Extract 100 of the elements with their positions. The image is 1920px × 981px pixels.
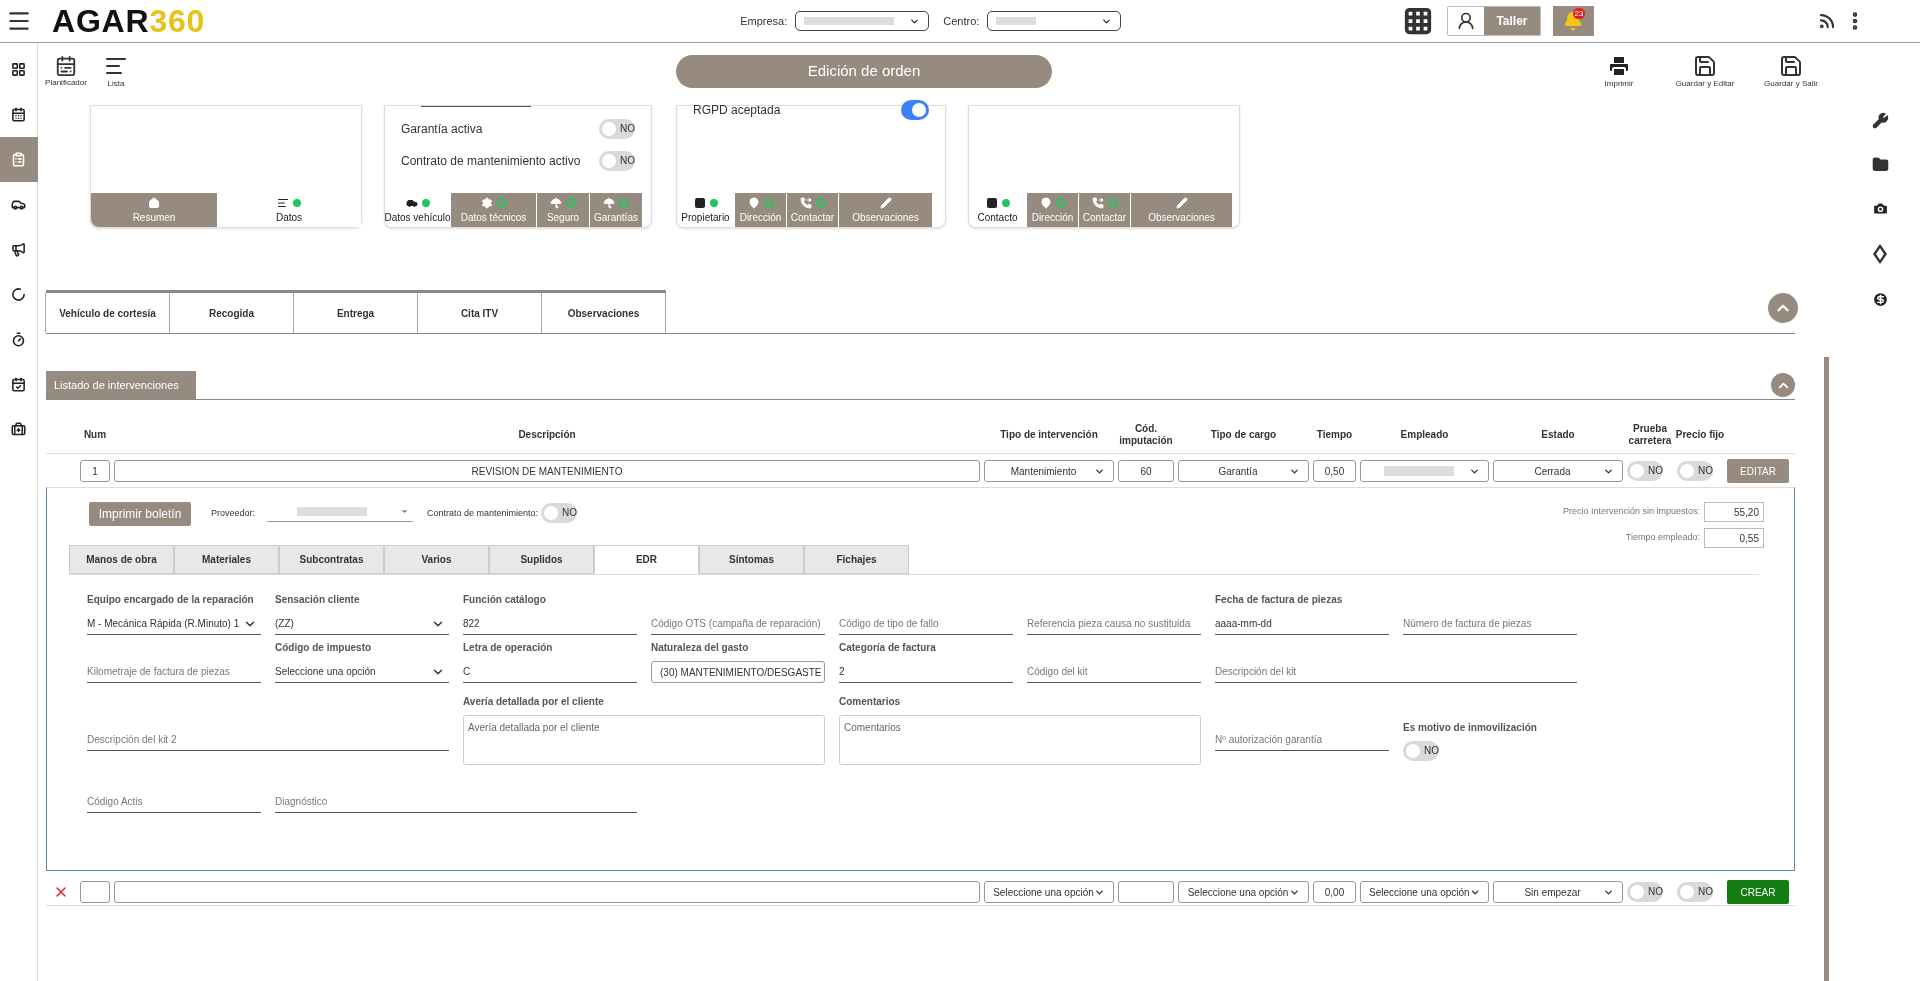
save-icon (1693, 53, 1717, 78)
input-field[interactable]: Diagnóstico (275, 791, 637, 813)
briefcase-icon (11, 422, 26, 437)
text-area[interactable]: Comentarios (839, 715, 1201, 765)
input-field[interactable]: Código Actis (87, 791, 261, 813)
detail-tab[interactable]: EDR (594, 545, 699, 574)
input-field[interactable]: Código del kit (1027, 661, 1201, 683)
input-field[interactable]: Código OTS (campaña de reparación) (651, 613, 825, 635)
toggle-switch[interactable]: NO (599, 119, 635, 139)
field-label: Avería detallada por el cliente (463, 695, 605, 709)
scrollbar[interactable] (1823, 357, 1829, 981)
input-field[interactable]: 822 (463, 613, 637, 635)
description-field[interactable]: REVISION DE MANTENIMIENTO (114, 460, 980, 482)
detail-tab[interactable]: Fichajes (804, 545, 909, 574)
company-select[interactable] (795, 11, 930, 31)
toggle-switch[interactable]: NO (1677, 461, 1713, 481)
center-select[interactable] (987, 11, 1122, 31)
toggle-switch[interactable]: NO (1677, 882, 1713, 902)
section-header: Listado de intervenciones (46, 371, 196, 399)
app-logo[interactable]: AGAR360 (52, 5, 206, 37)
number-field[interactable] (80, 881, 110, 903)
input-field[interactable]: C (463, 661, 637, 683)
input-field[interactable]: aaaa-mm-dd (1215, 613, 1389, 635)
toggle-switch[interactable]: NO (541, 503, 578, 523)
input-field[interactable]: Nº autorización garantía (1215, 729, 1389, 751)
input-field[interactable]: Referencia pieza causa no sustituida (1027, 613, 1201, 635)
select-field[interactable]: Garantía (1178, 460, 1309, 482)
toolbar-button[interactable]: Planificador (44, 54, 88, 89)
select-field[interactable]: Seleccione una opción (1360, 881, 1489, 903)
toolbar-button[interactable]: Guardar y Salir (1748, 53, 1834, 90)
input-field[interactable]: Código de tipo de fallo (839, 613, 1013, 635)
time-field[interactable]: 0,50 (1313, 460, 1356, 482)
toolbar-button[interactable]: Lista (94, 53, 138, 90)
input-field[interactable]: Kilometraje de factura de piezas (87, 661, 261, 683)
page-title: Edición de orden (676, 55, 1052, 88)
time-field[interactable]: 0,55 (1704, 528, 1764, 548)
section-tab[interactable]: Recogida (169, 293, 294, 333)
select-field[interactable]: (30) MANTENIMIENTO/DESGASTE (651, 661, 825, 683)
toggle-switch[interactable]: NO (1627, 461, 1663, 481)
setting-label: Garantía activa (401, 121, 483, 138)
camera-icon[interactable] (1871, 200, 1889, 217)
code-field[interactable]: 60 (1118, 460, 1174, 482)
toggle-switch[interactable]: NO (1627, 882, 1663, 902)
code-field[interactable] (1118, 881, 1174, 903)
section-tab[interactable]: Observaciones (541, 293, 666, 333)
notifications-button[interactable]: 23 (1552, 6, 1594, 36)
detail-tab[interactable]: Varios (384, 545, 489, 574)
dollar-icon[interactable] (1871, 291, 1889, 308)
select-field[interactable]: (ZZ) (275, 613, 449, 635)
setting-label: Contrato de mantenimiento activo (401, 153, 581, 170)
card-tab[interactable]: Propietario (677, 193, 735, 227)
section-tab[interactable]: Entrega (293, 293, 418, 333)
collapse-button[interactable] (1768, 293, 1798, 323)
section-tab[interactable]: Cita ITV (417, 293, 542, 333)
center-label: Centro: (943, 13, 980, 29)
select-field[interactable]: Seleccione una opción (1178, 881, 1309, 903)
collapse-button[interactable] (1771, 373, 1795, 397)
select-field[interactable]: Sin empezar (1493, 881, 1623, 903)
section-tab[interactable]: Vehículo de cortesía (45, 293, 170, 333)
megaphone-icon (11, 242, 26, 257)
input-field[interactable]: Descripción del kit 2 (87, 729, 449, 751)
detail-tab[interactable]: Materiales (174, 545, 279, 574)
umbrella-icon (550, 196, 562, 209)
text-area[interactable]: Avería detallada por el cliente (463, 715, 825, 765)
toggle-switch[interactable]: NO (1403, 740, 1439, 761)
description-field[interactable] (114, 881, 980, 903)
umbrella-icon (603, 196, 615, 209)
column-header: Cód. imputación (1118, 422, 1174, 447)
card-tab[interactable]: Contacto (969, 193, 1027, 227)
detail-tab[interactable]: Síntomas (699, 545, 804, 574)
toolbar-button[interactable]: Imprimir (1576, 53, 1662, 90)
toggle-switch[interactable]: NO (599, 151, 635, 171)
column-header: Num (82, 428, 108, 441)
detail-tab[interactable]: Suplidos (489, 545, 594, 574)
diamond-logo-icon[interactable] (1873, 244, 1887, 264)
card-tab[interactable]: Datos (218, 193, 361, 227)
select-field[interactable]: M - Mecánica Rápida (R.Minuto) 1 (87, 613, 261, 635)
apps-grid-icon[interactable] (1403, 6, 1434, 36)
detail-tab[interactable]: Subcontratas (279, 545, 384, 574)
input-field[interactable]: Descripción del kit (1215, 661, 1577, 683)
map-pin-icon (747, 196, 760, 209)
employee-select[interactable] (1360, 460, 1489, 482)
select-field[interactable]: Mantenimiento (984, 460, 1114, 482)
folder-icon[interactable] (1871, 156, 1889, 173)
time-field[interactable]: 0,00 (1313, 881, 1356, 903)
create-button[interactable]: CREAR (1727, 880, 1789, 904)
input-field[interactable]: Número de factura de piezas (1403, 613, 1577, 635)
input-field[interactable]: 2 (839, 661, 1013, 683)
number-field[interactable]: 1 (80, 460, 110, 482)
rss-icon[interactable] (1817, 12, 1836, 30)
notification-badge: 23 (1572, 8, 1586, 19)
select-field[interactable]: Seleccione una opción (984, 881, 1114, 903)
select-field[interactable]: Cerrada (1493, 460, 1623, 482)
toggle-switch[interactable] (901, 100, 929, 120)
wrench-icon[interactable] (1871, 112, 1889, 129)
price-field[interactable]: 55,20 (1704, 502, 1764, 522)
card-tab[interactable]: Datos vehículo (385, 193, 451, 227)
toolbar-button[interactable]: Guardar y Editar (1662, 53, 1748, 90)
select-field[interactable]: Seleccione una opción (275, 661, 449, 683)
detail-tab[interactable]: Manos de obra (69, 545, 174, 574)
